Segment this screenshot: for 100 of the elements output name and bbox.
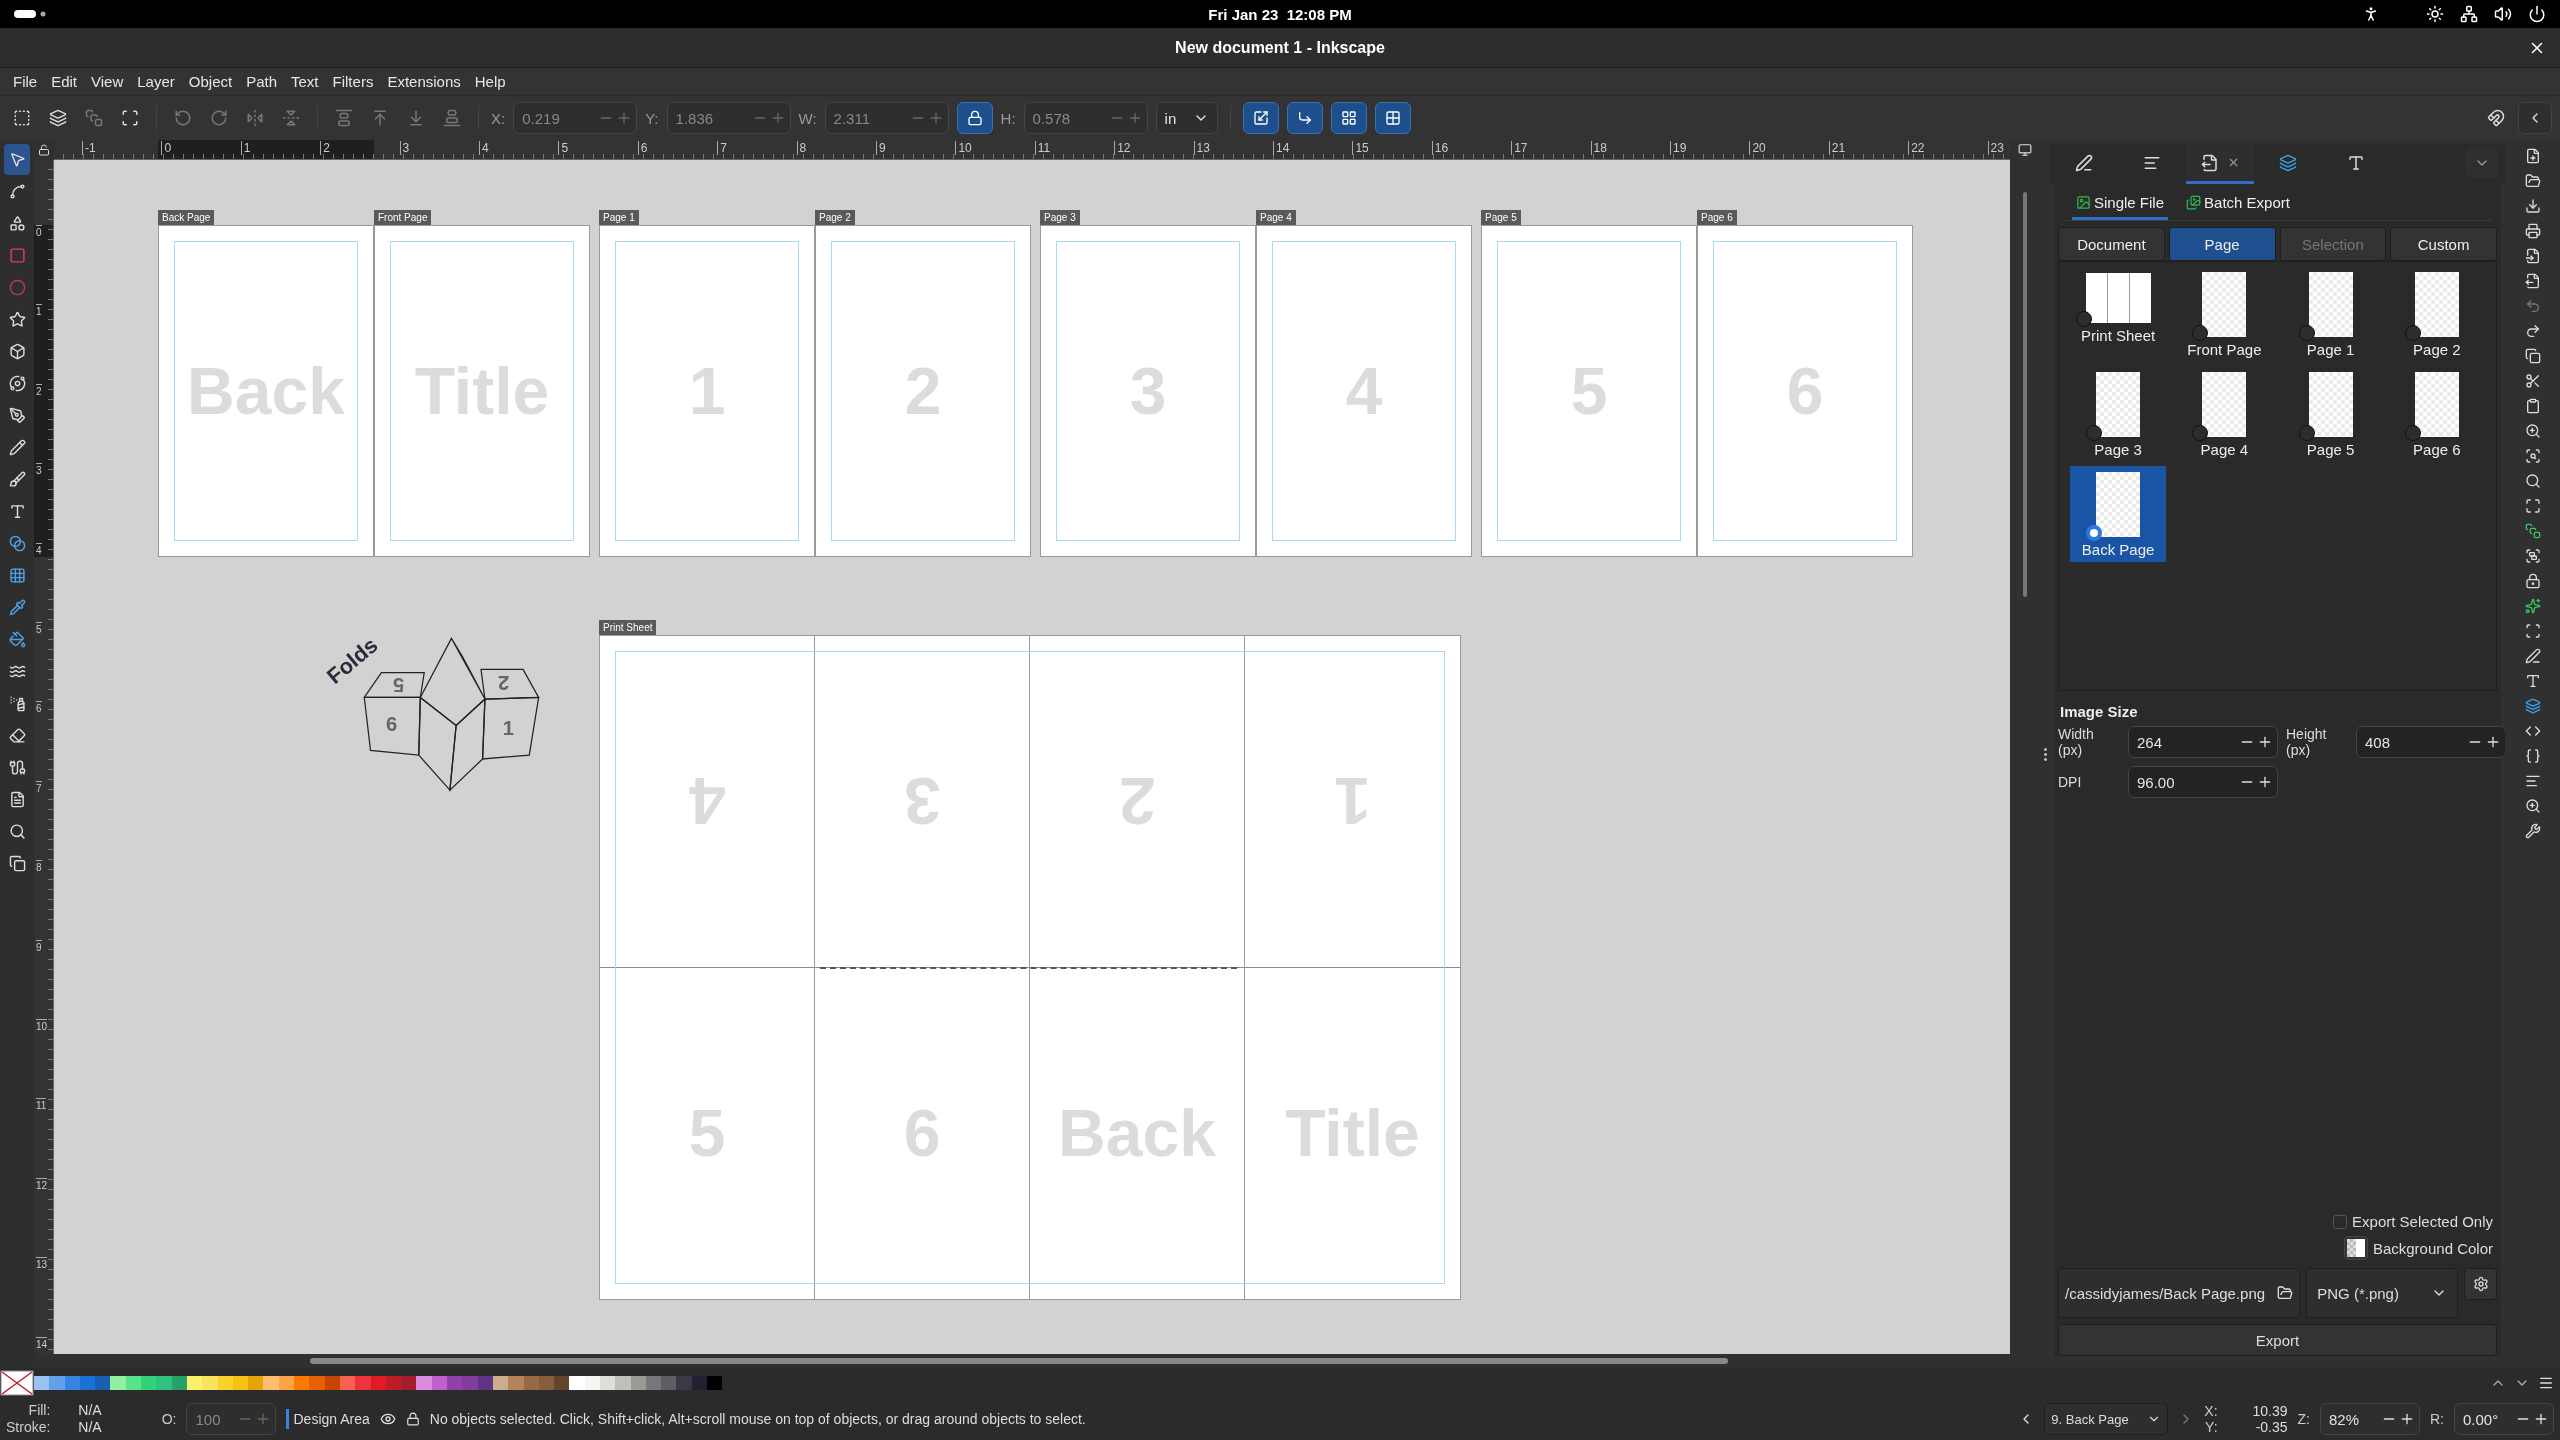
ruler-number: 6 (637, 141, 648, 155)
page-label[interactable]: Page 5 (1481, 210, 1521, 225)
ruler-number: 3 (399, 141, 410, 155)
menu-item[interactable]: View (84, 73, 131, 90)
checkbox-label: Export Selected Only (2352, 1213, 2493, 1230)
field-label: H: (1000, 109, 1016, 127)
ruler-number: 9 (876, 141, 886, 155)
menu-item[interactable]: Extensions (380, 73, 468, 90)
ruler-number: 8 (796, 141, 807, 155)
stroke-label: Stroke: (6, 1419, 51, 1436)
menu-item[interactable]: Layer (130, 73, 182, 90)
page-item[interactable]: Front Page (2176, 266, 2273, 362)
rotation-field[interactable]: 0.00° (2454, 1403, 2554, 1435)
ruler-number: 5 (558, 141, 569, 155)
ruler-number: 10 (36, 1019, 48, 1033)
ruler-number: 7 (36, 780, 42, 795)
panel-number: 5 (392, 674, 405, 697)
page-item[interactable]: Page 3 (2070, 366, 2167, 462)
ruler-number: 20 (1749, 141, 1766, 155)
ruler-number: 6 (36, 701, 42, 716)
ruler-number: 13 (1193, 141, 1210, 155)
export-mode-tab[interactable]: Single File (2072, 188, 2169, 220)
window-title: New document 1 - Inkscape (1175, 38, 1385, 57)
export-area-button[interactable]: Page (2168, 227, 2276, 261)
height-field[interactable]: 408 (2356, 726, 2506, 758)
status-message: No objects selected. Click, Shift+click, Alt+scroll mouse on top of objects, or drag around objects to select. (429, 1411, 1086, 1427)
ruler-number: 16 (1431, 141, 1449, 155)
opacity-label: O: (161, 1411, 177, 1427)
menu-item[interactable]: File (6, 73, 45, 90)
width-field[interactable]: 264 (2128, 726, 2278, 758)
page-label[interactable]: Print Sheet (599, 620, 657, 635)
ruler-number: 17 (1511, 141, 1528, 155)
ruler-number: 1 (36, 304, 42, 319)
page-item[interactable]: Page 4 (2176, 366, 2273, 462)
coordinate-value: -0.35 (2254, 1419, 2288, 1435)
menu-item[interactable]: Object (181, 73, 240, 90)
ruler-number: 22 (1908, 141, 1925, 155)
page-item[interactable]: Print Sheet (2070, 266, 2167, 348)
page-item[interactable]: Page 6 (2388, 366, 2485, 462)
menu-item[interactable]: Edit (44, 73, 85, 90)
ruler-number: 0 (161, 141, 172, 155)
field-label: Y: (645, 109, 659, 127)
ruler-number: 11 (36, 1098, 47, 1113)
export-button[interactable]: Export (2058, 1324, 2497, 1356)
ruler-number: 2 (36, 383, 42, 398)
field-label: X: (491, 109, 506, 127)
page-label[interactable]: Front Page (374, 210, 432, 225)
field-label: DPI (2058, 774, 2083, 790)
unit-dropdown[interactable]: in (1155, 102, 1218, 134)
export-area-button[interactable]: Document (2058, 227, 2165, 261)
ruler-number: -1 (82, 141, 96, 155)
ruler-number: 14 (1273, 141, 1290, 155)
ruler-number: 11 (1034, 141, 1051, 155)
page-label[interactable]: Page 3 (1040, 210, 1080, 225)
panel-number: 6 (385, 712, 398, 735)
ruler-number: 15 (1352, 141, 1369, 155)
ruler-number: 0 (36, 225, 42, 239)
ruler-number: 18 (1590, 141, 1607, 155)
ruler-number: 9 (36, 939, 42, 954)
ruler-number: 5 (36, 622, 42, 636)
fill-label: Fill: (27, 1402, 51, 1419)
page-item[interactable]: Page 1 (2282, 266, 2379, 362)
coordinate-value: 10.39 (2251, 1403, 2288, 1419)
ruler-number: 13 (36, 1257, 48, 1272)
ruler-number: 10 (955, 141, 972, 155)
ruler-number: 4 (36, 542, 42, 557)
ruler-number: 14 (36, 1336, 48, 1351)
menu-item[interactable]: Text (284, 73, 326, 90)
menu-item[interactable]: Path (239, 73, 285, 90)
field-label: Background Color (2372, 1239, 2493, 1257)
fill-value[interactable]: N/A (78, 1402, 102, 1419)
zoom-field[interactable]: 82% (2320, 1403, 2420, 1435)
format-dropdown[interactable]: PNG (*.png) (2306, 1268, 2459, 1318)
ruler-number: 12 (36, 1177, 48, 1192)
page-dropdown[interactable]: 9. Back Page (2044, 1403, 2169, 1435)
export-area-button[interactable]: Custom (2390, 227, 2497, 261)
page-label[interactable]: Page 2 (815, 210, 855, 225)
dpi-field[interactable]: 96.00 (2128, 766, 2278, 798)
panel-number: 2 (497, 671, 510, 694)
clock[interactable]: Fri Jan 23 12:08 PM (1208, 5, 1352, 23)
page-label[interactable]: Page 1 (599, 210, 639, 225)
ruler-number: 21 (1828, 141, 1846, 155)
layer-name[interactable]: Design Area (293, 1411, 370, 1427)
page-item[interactable]: Page 5 (2282, 366, 2379, 462)
page-item[interactable]: Back Page (2070, 466, 2167, 562)
page-label[interactable]: Back Page (158, 210, 215, 225)
page-item[interactable]: Page 2 (2388, 266, 2485, 362)
ruler-number: 8 (36, 860, 42, 875)
filename-field[interactable]: /cassidyjames/Back Page.png (2058, 1268, 2301, 1318)
ruler-number: 1 (240, 141, 251, 155)
ruler-number: 3 (36, 463, 42, 478)
menu-item[interactable]: Help (467, 73, 513, 90)
stroke-value[interactable]: N/A (78, 1419, 102, 1436)
section-title: Image Size (2059, 702, 2139, 722)
export-mode-tab[interactable]: Batch Export (2182, 188, 2294, 220)
ruler-number: 4 (479, 141, 489, 155)
page-label[interactable]: Page 6 (1697, 210, 1737, 225)
page-label[interactable]: Page 4 (1256, 210, 1296, 225)
menu-item[interactable]: Filters (325, 73, 381, 90)
field-label: Height (px) (2286, 726, 2328, 758)
